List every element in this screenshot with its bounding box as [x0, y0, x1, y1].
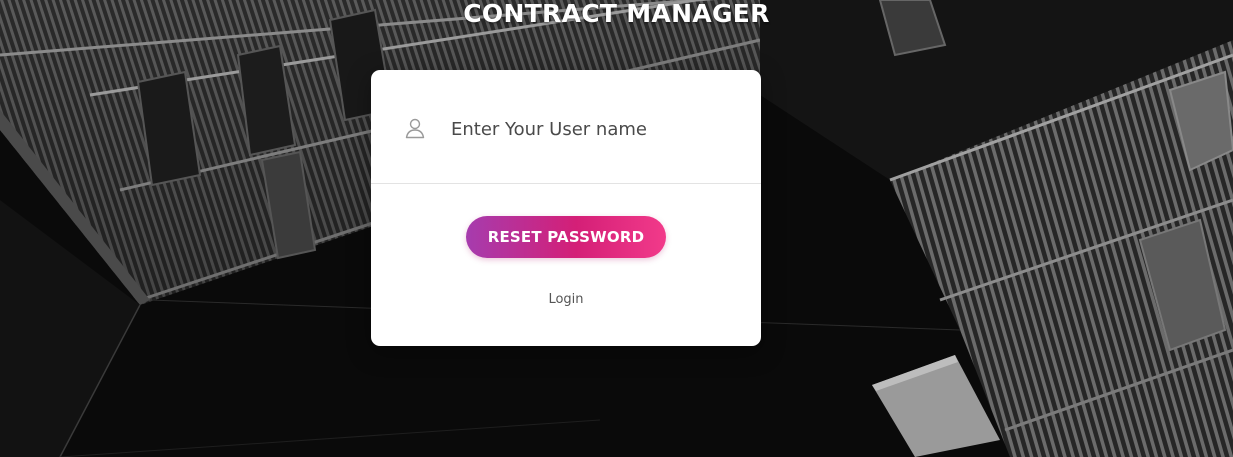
login-link[interactable]: Login: [371, 292, 761, 307]
page-title: CONTRACT MANAGER: [463, 0, 770, 28]
username-input[interactable]: [449, 112, 743, 146]
reset-password-button[interactable]: RESET PASSWORD: [466, 216, 666, 258]
username-field-row: [371, 70, 761, 184]
user-icon: [404, 117, 426, 139]
reset-password-card: RESET PASSWORD Login: [371, 70, 761, 346]
